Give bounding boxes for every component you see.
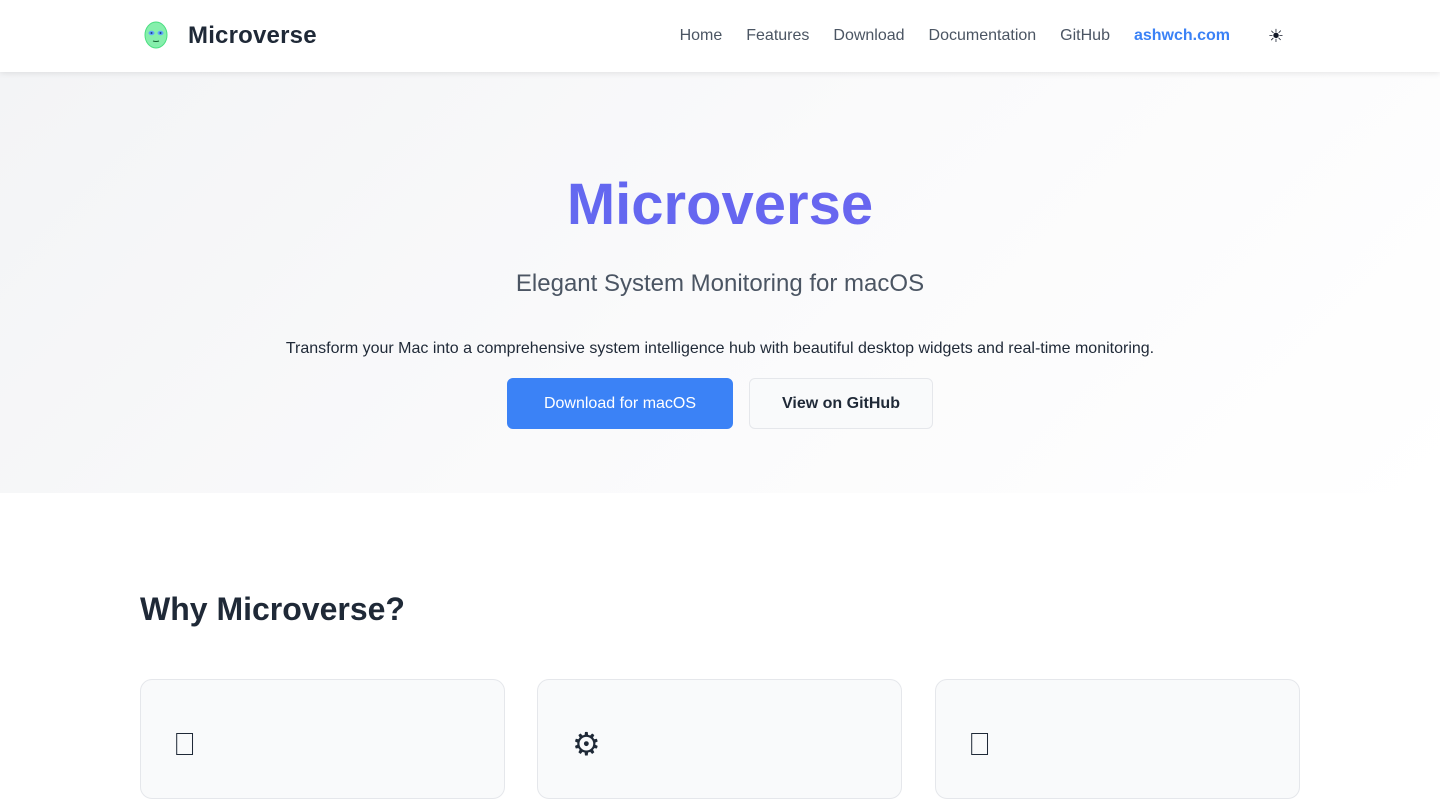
nav-download[interactable]: Download [833, 27, 904, 45]
nav-features[interactable]: Features [746, 27, 809, 45]
brand-name: Microverse [188, 22, 317, 49]
hero-section: Microverse Elegant System Monitoring for… [0, 72, 1440, 493]
header-inner: Microverse Home Features Download Docume… [140, 0, 1300, 72]
brand-link[interactable]: Microverse [140, 20, 317, 52]
download-button[interactable]: Download for macOS [507, 378, 733, 429]
hero-description: Transform your Mac into a comprehensive … [285, 340, 1155, 357]
nav-home[interactable]: Home [680, 27, 723, 45]
gear-icon: ⚙ [572, 725, 601, 763]
site-header: Microverse Home Features Download Docume… [0, 0, 1440, 72]
hero-subtitle: Elegant System Monitoring for macOS [515, 270, 925, 297]
alien-face-icon [140, 20, 172, 52]
hero-title: Microverse [0, 170, 1440, 240]
hero-actions: Download for macOS View on GitHub [0, 378, 1440, 429]
nav-documentation[interactable]: Documentation [929, 27, 1037, 45]
sun-icon: ☀ [1267, 25, 1285, 47]
feature-card: ⎕ [140, 679, 505, 799]
main-nav: Home Features Download Documentation Git… [656, 24, 1300, 48]
feature-card: ⚙ [537, 679, 902, 799]
nav-github[interactable]: GitHub [1060, 27, 1110, 45]
nav-ashwch[interactable]: ashwch.com [1134, 27, 1230, 45]
feature-card: ⎕ [935, 679, 1300, 799]
missing-glyph-icon: ⎕ [175, 725, 195, 763]
missing-glyph-icon: ⎕ [970, 725, 990, 763]
features-title: Why Microverse? [140, 591, 405, 627]
view-on-github-button[interactable]: View on GitHub [749, 378, 933, 429]
theme-toggle-button[interactable]: ☀ [1264, 24, 1288, 48]
